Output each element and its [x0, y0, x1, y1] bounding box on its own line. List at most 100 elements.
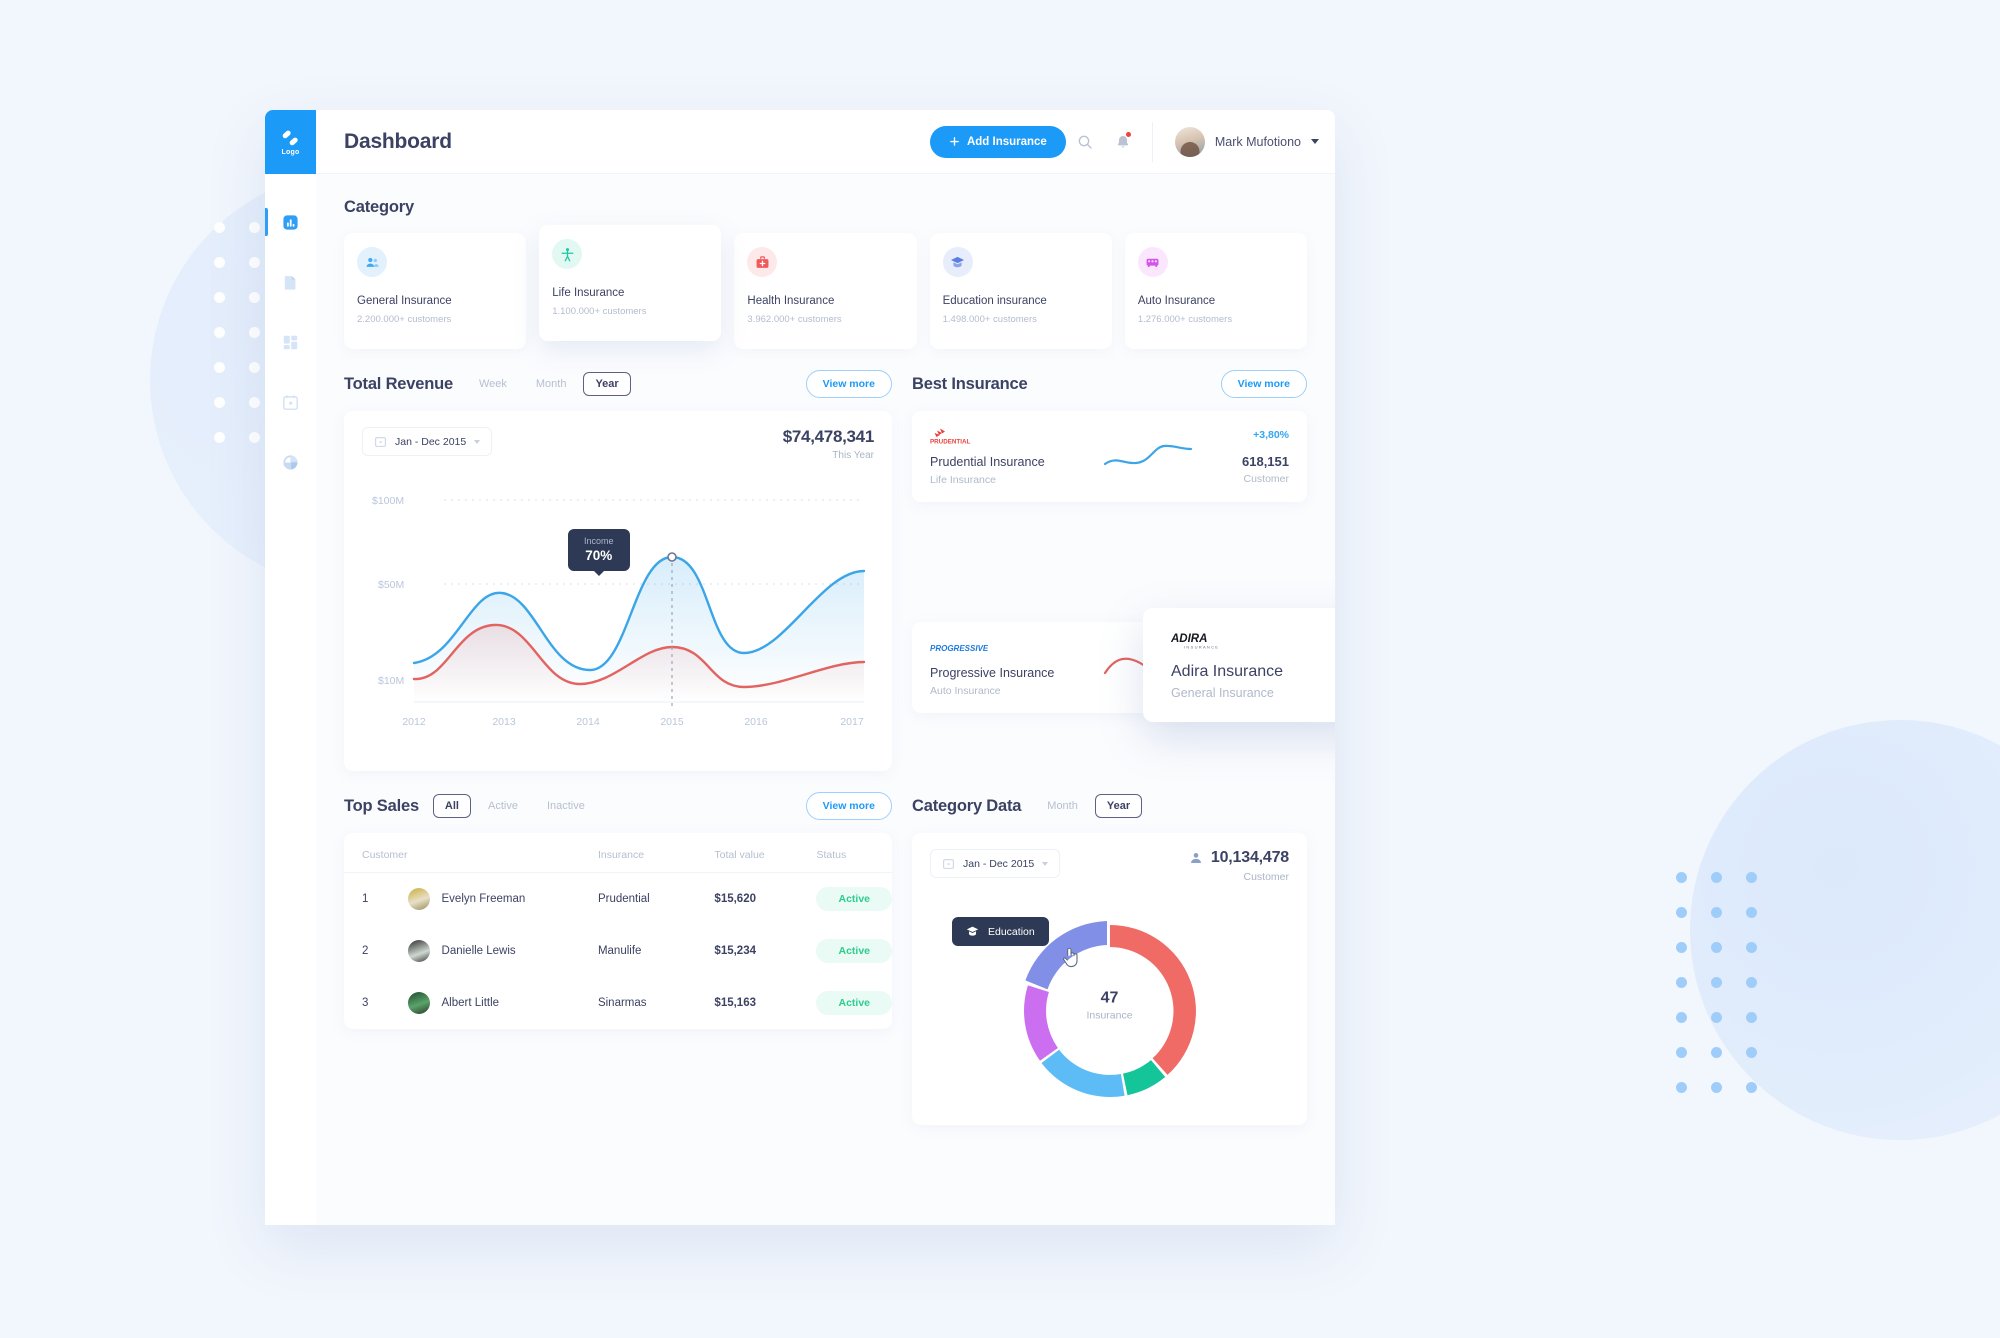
sidebar-item-dashboard-grid[interactable]	[265, 327, 316, 357]
revenue-tabs: Week Month Year	[467, 372, 631, 396]
row-status-cell: Active	[816, 925, 892, 977]
prudential-logo-icon: PRUDENTIAL	[930, 428, 970, 446]
donut-segment-auto[interactable]	[1023, 985, 1058, 1061]
tab-month[interactable]: Month	[1035, 794, 1090, 818]
page-title: Dashboard	[344, 129, 452, 153]
category-data-total: 10,134,478	[1210, 849, 1289, 866]
revenue-date-picker[interactable]: Jan - Dec 2015	[362, 427, 493, 456]
category-card-health[interactable]: Health Insurance 3.962.000+ customers	[734, 233, 917, 349]
search-button[interactable]	[1066, 123, 1104, 161]
sidebar-item-analytics[interactable]	[265, 207, 316, 237]
svg-text:2012: 2012	[402, 716, 426, 728]
sparkline-wrap	[1098, 440, 1197, 474]
row-total-value: $15,234	[714, 945, 756, 957]
row-customer-name: Danielle Lewis	[441, 945, 516, 957]
revenue-amount-block: $74,478,341 This Year	[782, 427, 875, 461]
category-card-customers: 1.100.000+ customers	[552, 306, 647, 317]
status-badge: Active	[816, 991, 892, 1015]
insurance-name: Prudential Insurance	[930, 455, 1045, 469]
table-row[interactable]: 1 Evelyn Freeman Prudential $15,620 Acti…	[344, 873, 892, 926]
category-data-panel: Jan - Dec 2015 10,134,478 Customer 47 In…	[912, 833, 1307, 1125]
chevron-down-icon	[474, 439, 481, 444]
chevron-down-icon	[1311, 139, 1319, 144]
hand-cursor-icon	[1063, 947, 1078, 968]
revenue-amount: $74,478,341	[782, 427, 875, 446]
category-card-name: Life Insurance	[552, 287, 625, 299]
donut-segment-life[interactable]	[1122, 1060, 1165, 1096]
category-card-name: Education insurance	[942, 295, 1047, 307]
category-card-education[interactable]: Education insurance 1.498.000+ customers	[929, 233, 1112, 349]
best-insurance-row-prudential[interactable]: PRUDENTIAL Prudential Insurance Life Ins…	[912, 411, 1307, 502]
tab-all[interactable]: All	[432, 794, 471, 818]
adira-logo: ADIRA INSURANCE	[1171, 630, 1335, 654]
category-data-date-picker[interactable]: Jan - Dec 2015	[930, 849, 1061, 878]
prudential-logo: PRUDENTIAL	[930, 427, 1098, 446]
add-insurance-button[interactable]: Add Insurance	[929, 125, 1066, 158]
svg-text:INSURANCE: INSURANCE	[1184, 645, 1219, 650]
row-customer-cell: Albert Little	[407, 977, 598, 1029]
table-body: 1 Evelyn Freeman Prudential $15,620 Acti…	[344, 873, 892, 1030]
top-sales-title: Top Sales	[344, 796, 419, 815]
table-header-row: Customer Insurance Total value Status	[344, 833, 892, 873]
tab-week[interactable]: Week	[467, 372, 519, 396]
category-card-general[interactable]: General Insurance 2.200.000+ customers	[344, 233, 527, 349]
graduation-cap-icon	[966, 926, 979, 936]
progressive-logo-icon: PROGRESSIVE	[930, 644, 988, 653]
column-header-customer: Customer	[344, 833, 408, 873]
revenue-date-label: Jan - Dec 2015	[395, 435, 467, 448]
insurance-customers-label: Customer	[1243, 472, 1289, 485]
insurance-info: PROGRESSIVE Progressive Insurance Auto I…	[930, 638, 1098, 698]
svg-text:ADIRA: ADIRA	[1171, 633, 1207, 645]
revenue-title: Total Revenue	[344, 374, 453, 393]
svg-text:$50M: $50M	[378, 579, 404, 591]
tab-month[interactable]: Month	[524, 372, 579, 396]
table-row[interactable]: 3 Albert Little Sinarmas $15,163 Active	[344, 977, 892, 1029]
revenue-chart: $100M $50M $10M 2012 2013 2014 2015 2016…	[344, 461, 892, 771]
category-card-name: Auto Insurance	[1137, 295, 1216, 307]
chart-tooltip: Income 70%	[568, 529, 630, 571]
top-sales-view-more-button[interactable]: View more	[805, 792, 892, 820]
logo[interactable]: Logo	[265, 110, 316, 174]
category-data-header: Category Data Month Year	[912, 791, 1307, 821]
sidebar-nav	[265, 174, 316, 477]
sidebar-item-reports[interactable]	[265, 447, 316, 477]
row-customer-name: Albert Little	[441, 997, 500, 1009]
column-header-insurance: Insurance	[597, 833, 715, 873]
sidebar-item-calendar[interactable]	[265, 387, 316, 417]
donut-tooltip-label: Education	[988, 925, 1035, 938]
svg-text:2016: 2016	[744, 716, 768, 728]
notifications-button[interactable]	[1104, 123, 1142, 161]
calendar-icon	[282, 394, 299, 410]
row-rank: 3	[362, 997, 369, 1009]
bus-icon	[1146, 258, 1159, 267]
notification-badge	[1125, 131, 1131, 137]
category-card-auto[interactable]: Auto Insurance 1.276.000+ customers	[1124, 233, 1308, 349]
adira-logo-icon: ADIRA INSURANCE	[1171, 633, 1219, 650]
donut-segment-general[interactable]	[1041, 1049, 1125, 1097]
svg-text:2015: 2015	[660, 716, 684, 728]
graduation-cap-icon-wrap	[942, 247, 973, 277]
user-name: Mark Mufotiono	[1214, 134, 1301, 149]
category-card-life[interactable]: Life Insurance 1.100.000+ customers	[539, 225, 722, 341]
category-data-section: Category Data Month Year Jan - Dec 2015 …	[912, 791, 1307, 1125]
tab-year[interactable]: Year	[583, 372, 631, 396]
revenue-view-more-button[interactable]: View more	[805, 370, 892, 398]
user-menu[interactable]: Mark Mufotiono	[1151, 121, 1319, 162]
tab-inactive[interactable]: Inactive	[535, 794, 597, 818]
row-rank: 2	[362, 945, 369, 957]
page-root: Logo Dashboard Add Insurance Mark Mufoti…	[0, 0, 2000, 1338]
revenue-chart-svg: $100M $50M $10M 2012 2013 2014 2015 2016…	[372, 495, 866, 728]
insurance-info: ADIRA INSURANCE Adira Insurance General …	[1171, 630, 1335, 700]
tab-year[interactable]: Year	[1094, 794, 1143, 818]
adira-insurance-floating-card[interactable]: ADIRA INSURANCE Adira Insurance General …	[1143, 608, 1335, 722]
chart-tooltip-value: 70%	[585, 548, 613, 563]
row-customer-cell: Danielle Lewis	[407, 925, 598, 977]
category-data-title: Category Data	[912, 796, 1022, 815]
best-insurance-view-more-button[interactable]: View more	[1220, 370, 1307, 398]
svg-text:2014: 2014	[576, 716, 600, 728]
table-row[interactable]: 2 Danielle Lewis Manulife $15,234 Active	[344, 925, 892, 977]
top-sales-table: Customer Insurance Total value Status 1 …	[344, 833, 892, 1029]
sidebar-item-documents[interactable]	[265, 267, 316, 297]
row-customer-name: Evelyn Freeman	[441, 893, 526, 905]
tab-active[interactable]: Active	[476, 794, 530, 818]
